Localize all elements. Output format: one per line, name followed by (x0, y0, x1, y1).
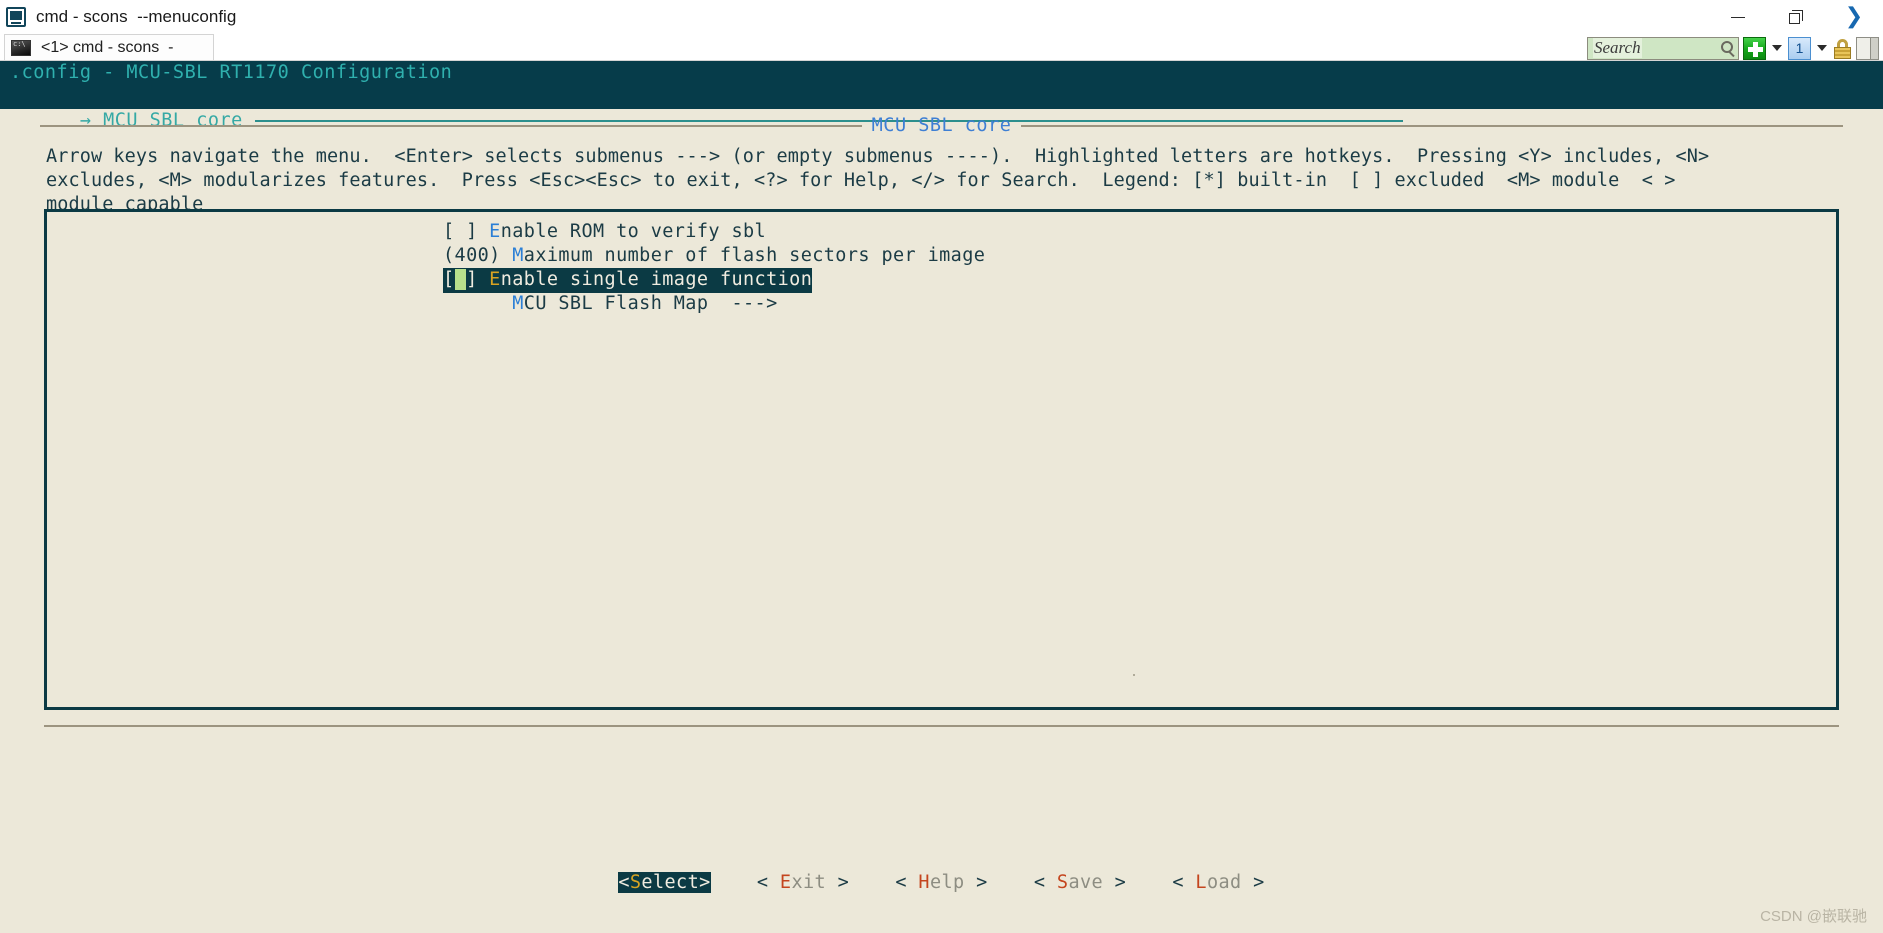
save-bracket-open: < (1033, 872, 1046, 893)
window-title: cmd - scons --menuconfig (36, 7, 237, 26)
menu-item-label: nable ROM to verify sbl (500, 221, 767, 242)
load-bracket-open: < (1172, 872, 1184, 893)
select-button[interactable]: <Select> (618, 872, 711, 893)
exit-hotkey: E (779, 872, 792, 893)
close-button[interactable]: ❯ (1825, 0, 1883, 34)
exit-bracket-close: > (837, 872, 850, 893)
menu-item-prefix (443, 293, 512, 314)
menu-item-prefix: [ ] (443, 221, 490, 242)
render-artifact-dot (1133, 674, 1135, 676)
dialog-rule-right (1021, 125, 1843, 127)
save-label-pre (1045, 872, 1057, 893)
maximize-button[interactable] (1767, 0, 1825, 34)
dialog-button-bar: <Select> < Exit > < Help > < Save > < Lo… (0, 871, 1883, 895)
tab-label: <1> cmd - scons - (41, 38, 174, 56)
breadcrumb: → MCU SBL core (0, 85, 1883, 131)
split-pane-icon[interactable] (1856, 36, 1879, 60)
exit-label-pre (768, 872, 780, 893)
exit-bracket-open: < (756, 872, 769, 893)
select-bracket-close: > (699, 872, 711, 893)
menu-item-label: aximum number of flash sectors per image (523, 245, 986, 266)
menu-item-label: nable single image function (500, 269, 813, 290)
exit-label: xit (791, 872, 838, 893)
menu-item-cursor: * (454, 269, 467, 290)
select-label: elect (641, 872, 700, 893)
minimize-icon (1731, 16, 1745, 18)
menu-item-hotkey: E (489, 269, 501, 290)
help-text: Arrow keys navigate the menu. <Enter> se… (46, 146, 1710, 215)
restore-icon (1789, 10, 1803, 24)
dialog-title-row: MCU SBL core (0, 113, 1883, 139)
load-label: oad (1206, 872, 1254, 893)
save-bracket-close: > (1114, 872, 1127, 893)
help-bracket-open: < (895, 872, 907, 893)
window-controls: ❯ (1709, 0, 1883, 34)
help-button[interactable]: < Help > (895, 872, 987, 893)
menu-item-enable-single-image-function[interactable]: [*] Enable single image function (47, 268, 1836, 293)
lock-icon[interactable] (1833, 38, 1852, 59)
menu-item-bracket-close: ] (466, 269, 490, 290)
menu-item-hotkey: M (512, 245, 524, 266)
blue-one-icon[interactable]: 1 (1788, 36, 1811, 60)
menu-item-max-flash-sectors[interactable]: (400) Maximum number of flash sectors pe… (47, 244, 1836, 268)
terminal-toolbar: Search 1 (1587, 35, 1879, 61)
menuconfig-header: .config - MCU-SBL RT1170 Configuration →… (0, 61, 1883, 131)
console-icon (11, 39, 31, 56)
terminal-surface: .config - MCU-SBL RT1170 Configuration →… (0, 61, 1883, 933)
menu-list-panel: [ ] Enable ROM to verify sbl (400) Maxim… (44, 209, 1839, 710)
minimize-button[interactable] (1709, 0, 1767, 34)
menu-item-hotkey: M (512, 293, 524, 314)
chevron-down-icon[interactable] (1772, 45, 1782, 51)
load-hotkey: L (1195, 872, 1207, 893)
footer-separator (44, 725, 1839, 727)
exit-button[interactable]: < Exit > (757, 872, 849, 893)
select-hotkey: S (629, 872, 642, 893)
window-titlebar: cmd - scons --menuconfig ❯ (0, 0, 1883, 34)
menu-item-mcu-sbl-flash-map[interactable]: MCU SBL Flash Map ---> (47, 292, 1836, 316)
menu-item-enable-rom-verify-sbl[interactable]: [ ] Enable ROM to verify sbl (47, 220, 1836, 244)
menu-item-label: CU SBL Flash Map ---> (523, 293, 778, 314)
tab-cmd-scons[interactable]: <1> cmd - scons - (4, 34, 214, 60)
search-placeholder: Search (1593, 38, 1642, 58)
help-label-pre (907, 872, 919, 893)
save-hotkey: S (1056, 872, 1069, 893)
dialog-title: MCU SBL core (871, 115, 1012, 136)
select-bracket-open: < (618, 872, 630, 893)
watermark: CSDN @嵌联驰 (1760, 908, 1867, 925)
help-hotkey: H (918, 872, 930, 893)
save-label: ave (1068, 872, 1115, 893)
tab-strip: <1> cmd - scons - Search 1 (0, 34, 1883, 61)
help-bracket-close: > (976, 872, 988, 893)
menu-item-selected-highlight: [*] Enable single image function (443, 268, 813, 293)
close-icon: ❯ (1844, 4, 1864, 29)
magnifier-icon[interactable] (1721, 40, 1733, 53)
menu-item-hotkey: E (489, 221, 501, 242)
load-label-pre (1184, 872, 1196, 893)
terminal-icon (6, 7, 26, 27)
menu-item-bracket-open: [ (443, 269, 455, 290)
chevron-down-icon-2[interactable] (1817, 45, 1827, 51)
load-button[interactable]: < Load > (1172, 872, 1264, 893)
config-header-line: .config - MCU-SBL RT1170 Configuration (10, 62, 453, 83)
dialog-rule-left (40, 125, 862, 127)
save-button[interactable]: < Save > (1034, 872, 1126, 893)
help-label: elp (929, 872, 977, 893)
search-input[interactable]: Search (1587, 36, 1739, 60)
menu-item-prefix: (400) (443, 245, 513, 266)
load-bracket-close: > (1253, 872, 1265, 893)
green-plus-icon[interactable] (1743, 36, 1766, 60)
